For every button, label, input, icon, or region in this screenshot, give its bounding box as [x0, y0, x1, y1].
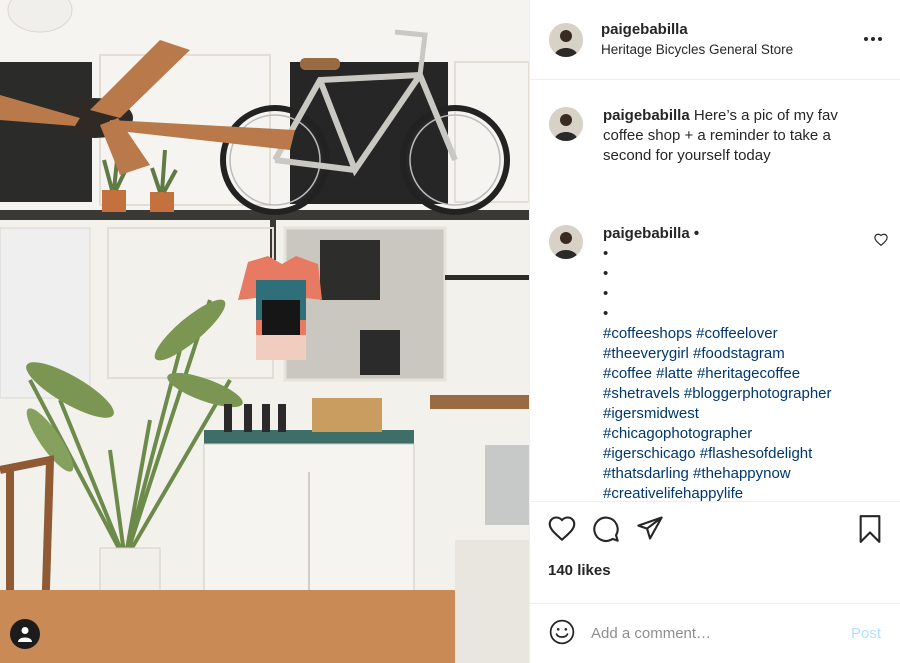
tagged-user-icon[interactable] — [10, 619, 40, 649]
hashtag-line[interactable]: #chicagophotographer — [603, 424, 873, 444]
hashtag-line[interactable]: #coffeeshops #coffeelover — [603, 324, 873, 344]
comment-icon[interactable] — [592, 515, 620, 546]
share-icon[interactable] — [636, 515, 664, 544]
emoji-icon[interactable] — [549, 619, 575, 648]
hashtag-comment: paigebabilla • • • • • #coffeeshops #cof… — [549, 224, 890, 501]
cafe-interior-image — [0, 0, 529, 663]
post-header: paigebabilla Heritage Bicycles General S… — [530, 0, 900, 80]
comment-username[interactable]: paigebabilla — [603, 225, 690, 242]
instagram-post: paigebabilla Heritage Bicycles General S… — [0, 0, 900, 663]
hashtag-line[interactable]: #creativelifehappylife — [603, 484, 873, 501]
comment-like-heart-icon[interactable] — [874, 233, 888, 249]
caption-username[interactable]: paigebabilla — [603, 107, 690, 124]
comment-input[interactable] — [591, 625, 811, 642]
avatar[interactable] — [549, 107, 583, 141]
hashtag-line[interactable]: #igersmidwest — [603, 404, 873, 424]
dot-line: • — [603, 305, 609, 322]
dot-line: • — [603, 265, 609, 282]
add-comment-bar: Post — [530, 603, 900, 663]
likes-count[interactable]: 140 likes — [530, 561, 900, 603]
bookmark-icon[interactable] — [858, 515, 882, 546]
header-username[interactable]: paigebabilla — [601, 21, 793, 38]
post-photo[interactable] — [0, 0, 529, 663]
action-bar — [530, 501, 900, 561]
post-location[interactable]: Heritage Bicycles General Store — [601, 42, 793, 57]
comments-section: paigebabilla Here’s a pic of my fav coff… — [530, 80, 900, 501]
dot-line: • — [603, 285, 609, 302]
hashtag-line[interactable]: #coffee #latte #heritagecoffee — [603, 364, 873, 384]
dot-line: • — [603, 245, 609, 262]
hashtag-line[interactable]: #thatsdarling #thehappynow — [603, 464, 873, 484]
hashtag-line[interactable]: #shetravels #bloggerphotographer — [603, 384, 873, 404]
hashtag-line[interactable]: #igerschicago #flashesofdelight — [603, 444, 873, 464]
hashtag-line[interactable]: #theeverygirl #foodstagram — [603, 344, 873, 364]
avatar[interactable] — [549, 22, 583, 57]
post-button[interactable]: Post — [851, 625, 881, 642]
separator-dot: • — [693, 225, 700, 242]
more-options-icon[interactable] — [864, 31, 882, 47]
avatar[interactable] — [549, 225, 583, 259]
post-details-panel: paigebabilla Heritage Bicycles General S… — [529, 0, 900, 663]
heart-icon[interactable] — [548, 515, 576, 544]
caption-comment: paigebabilla Here’s a pic of my fav coff… — [549, 106, 890, 166]
